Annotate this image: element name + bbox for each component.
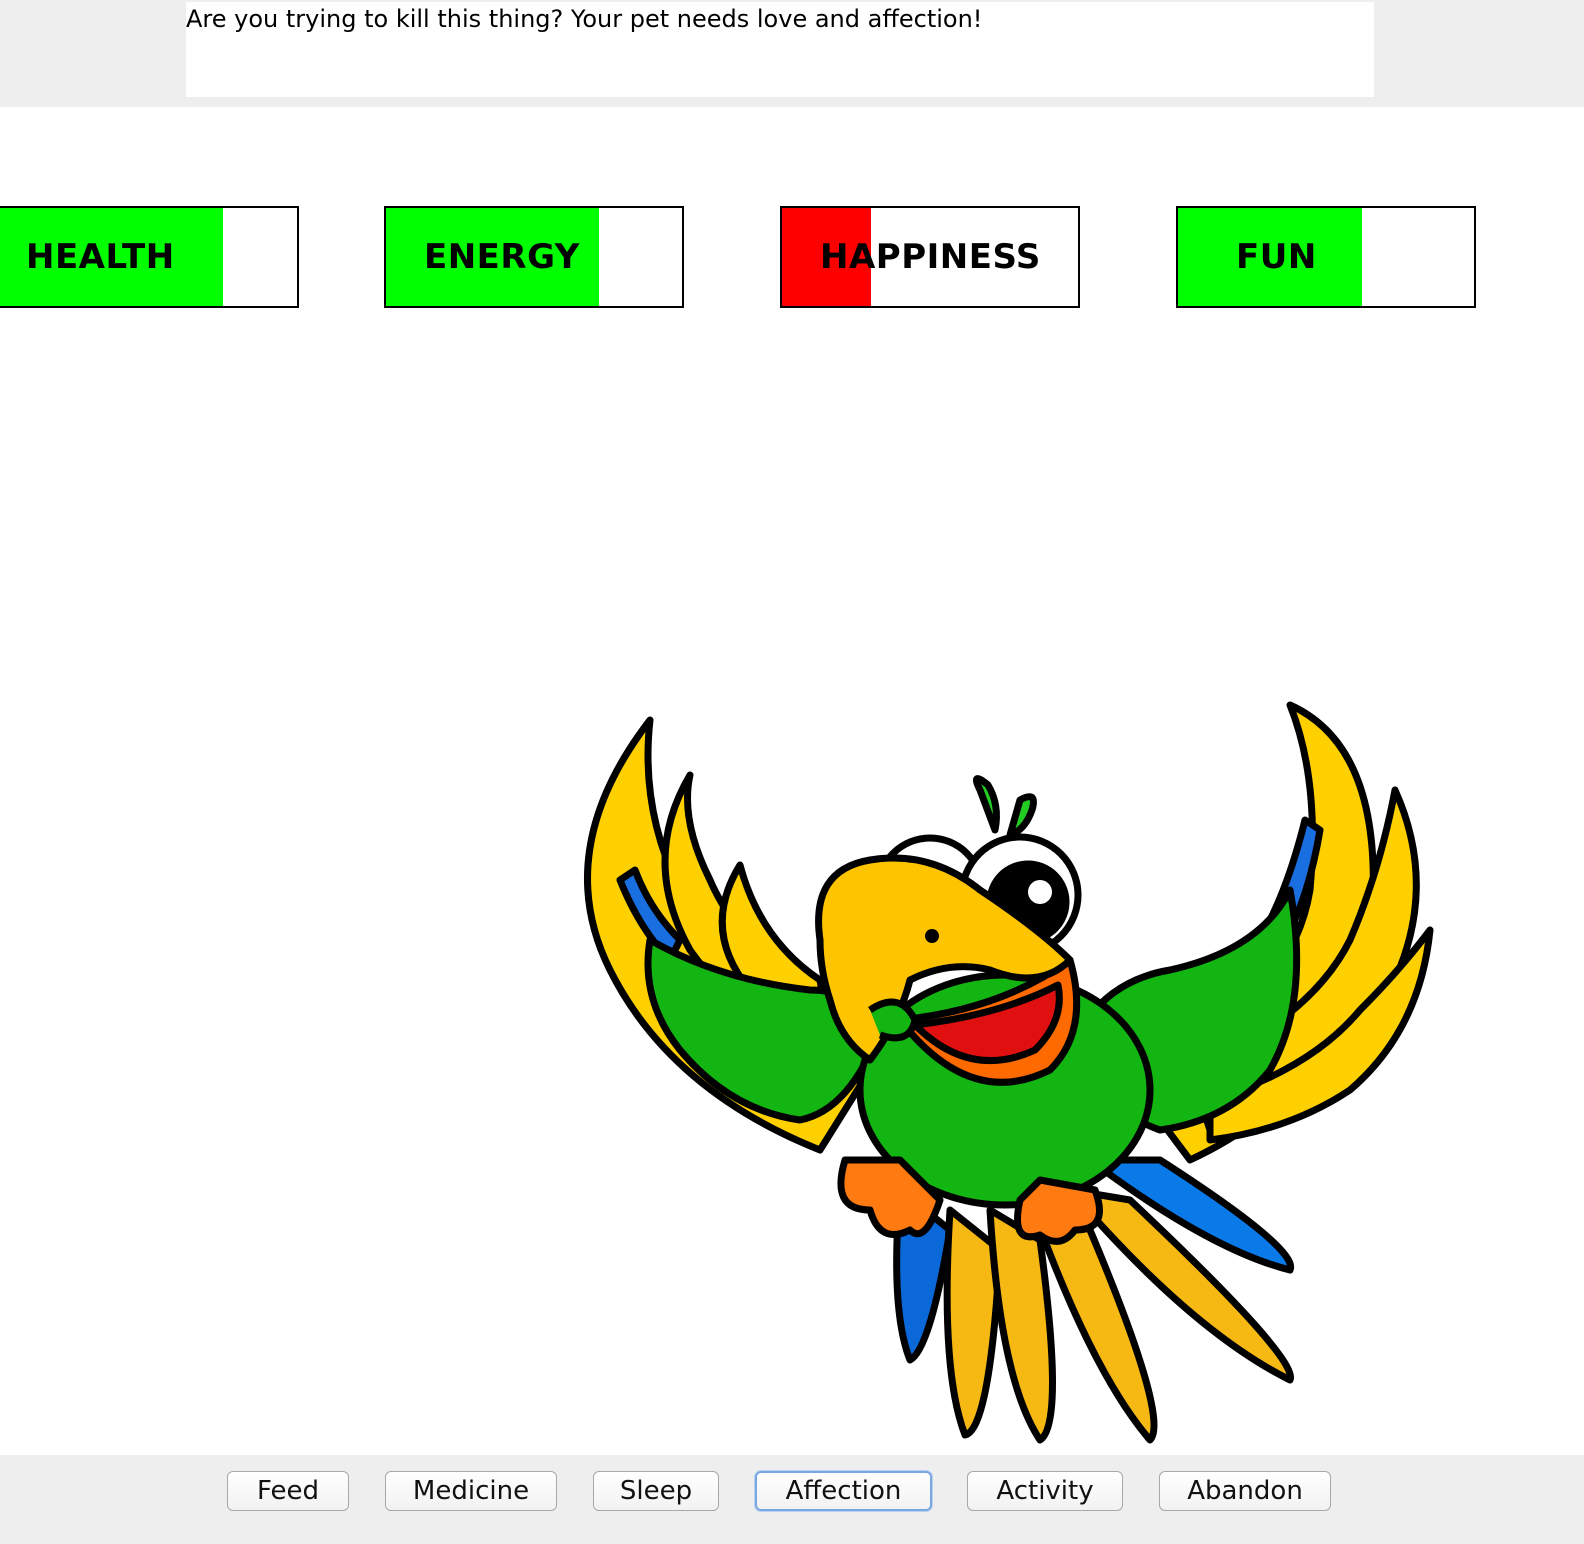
health-bar: HEALTH bbox=[0, 206, 299, 308]
message-panel: Are you trying to kill this thing? Your … bbox=[0, 0, 1584, 107]
energy-bar: ENERGY bbox=[384, 206, 684, 308]
happiness-label: HAPPINESS bbox=[820, 237, 1041, 277]
action-bar: Feed Medicine Sleep Affection Activity A… bbox=[0, 1455, 1584, 1544]
status-message: Are you trying to kill this thing? Your … bbox=[186, 2, 1374, 97]
fun-bar: FUN bbox=[1176, 206, 1476, 308]
abandon-button[interactable]: Abandon bbox=[1159, 1471, 1331, 1511]
health-label: HEALTH bbox=[26, 237, 175, 277]
fun-label: FUN bbox=[1236, 237, 1317, 277]
happiness-bar: HAPPINESS bbox=[780, 206, 1080, 308]
sleep-button[interactable]: Sleep bbox=[593, 1471, 719, 1511]
activity-button[interactable]: Activity bbox=[967, 1471, 1123, 1511]
game-window: Are you trying to kill this thing? Your … bbox=[0, 0, 1584, 1544]
parrot-icon bbox=[584, 701, 1434, 1444]
medicine-button[interactable]: Medicine bbox=[385, 1471, 557, 1511]
energy-label: ENERGY bbox=[424, 237, 580, 277]
feed-button[interactable]: Feed bbox=[227, 1471, 349, 1511]
affection-button[interactable]: Affection bbox=[755, 1471, 932, 1511]
